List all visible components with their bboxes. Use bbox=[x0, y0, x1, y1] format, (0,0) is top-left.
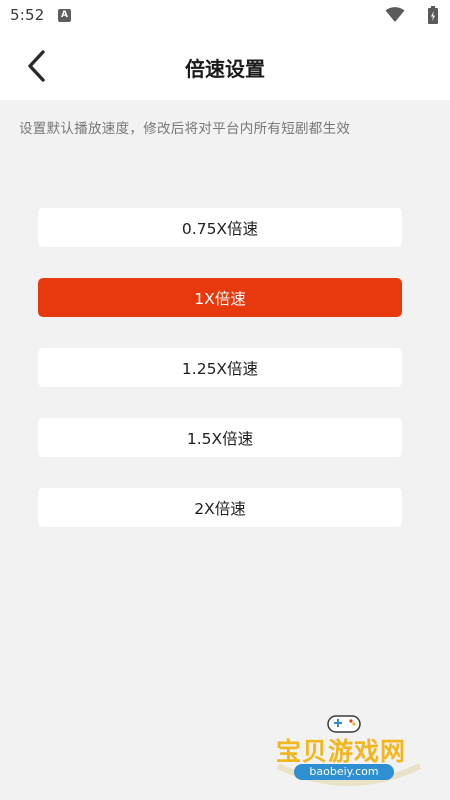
header: 倍速设置 bbox=[0, 32, 450, 100]
battery-icon bbox=[428, 6, 438, 28]
hint-text: 设置默认播放速度，修改后将对平台内所有短剧都生效 bbox=[19, 121, 351, 137]
speed-option-1x[interactable]: 1X倍速 bbox=[38, 278, 402, 317]
speed-option-2x[interactable]: 2X倍速 bbox=[38, 488, 402, 527]
watermark-url: baobeiy.com bbox=[294, 764, 394, 780]
page-title: 倍速设置 bbox=[185, 57, 265, 81]
speed-option-0.75x[interactable]: 0.75X倍速 bbox=[38, 208, 402, 247]
status-bar: 5:52 A bbox=[0, 0, 450, 32]
status-time: 5:52 bbox=[10, 6, 45, 24]
notification-app-icon: A bbox=[58, 9, 71, 22]
speed-option-1.5x[interactable]: 1.5X倍速 bbox=[38, 418, 402, 457]
speed-option-1.25x[interactable]: 1.25X倍速 bbox=[38, 348, 402, 387]
wifi-icon bbox=[385, 7, 405, 27]
gamepad-icon bbox=[327, 715, 361, 733]
watermark: 宝贝游戏网 baobeiy.com bbox=[268, 710, 428, 800]
